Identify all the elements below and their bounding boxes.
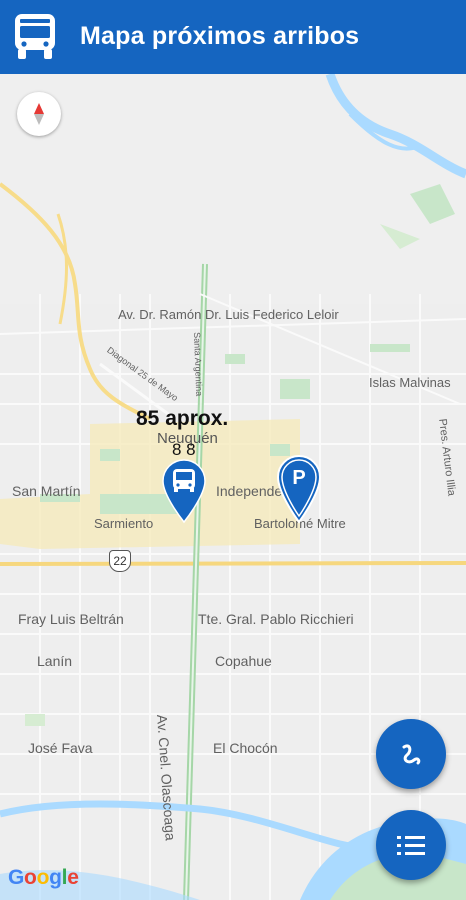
- route-shield: 22: [109, 550, 131, 572]
- route-button[interactable]: [376, 719, 446, 789]
- bus-line-label: 8 8: [172, 440, 196, 459]
- route-number: 22: [113, 554, 127, 568]
- stop-letter: P: [292, 467, 305, 489]
- app-title: Mapa próximos arribos: [80, 22, 360, 50]
- street-label: Av. Dr. Ramón: [118, 307, 202, 322]
- list-icon: [397, 836, 425, 855]
- bus-marker[interactable]: [161, 458, 207, 524]
- bus-stop-marker[interactable]: P: [276, 454, 322, 524]
- street-label: El Chocón: [213, 740, 278, 756]
- bus-icon: [15, 14, 55, 59]
- street-label: Lanín: [37, 653, 73, 669]
- street-label: San Martín: [12, 483, 81, 499]
- street-label: José Fava: [28, 740, 93, 756]
- street-label: Dr. Luis Federico Leloir: [205, 307, 339, 322]
- bus-icon: [173, 469, 195, 492]
- street-label: Copahue: [215, 653, 272, 669]
- map-view[interactable]: Av. Dr. Ramón Dr. Luis Federico Leloir I…: [0, 74, 466, 900]
- street-label: Fray Luis Beltrán: [18, 611, 124, 627]
- route-icon: [402, 744, 421, 765]
- google-logo: Google: [8, 866, 79, 889]
- street-label: Sarmiento: [94, 516, 154, 531]
- compass-icon: [34, 103, 44, 125]
- list-button[interactable]: [376, 810, 446, 880]
- street-label: Tte. Gral. Pablo Ricchieri: [198, 611, 354, 627]
- app-bar: Mapa próximos arribos: [0, 0, 466, 74]
- compass-button[interactable]: [17, 92, 61, 136]
- street-label: Islas Malvinas: [369, 375, 451, 390]
- bus-arrival-label: 85 aprox.: [136, 407, 229, 430]
